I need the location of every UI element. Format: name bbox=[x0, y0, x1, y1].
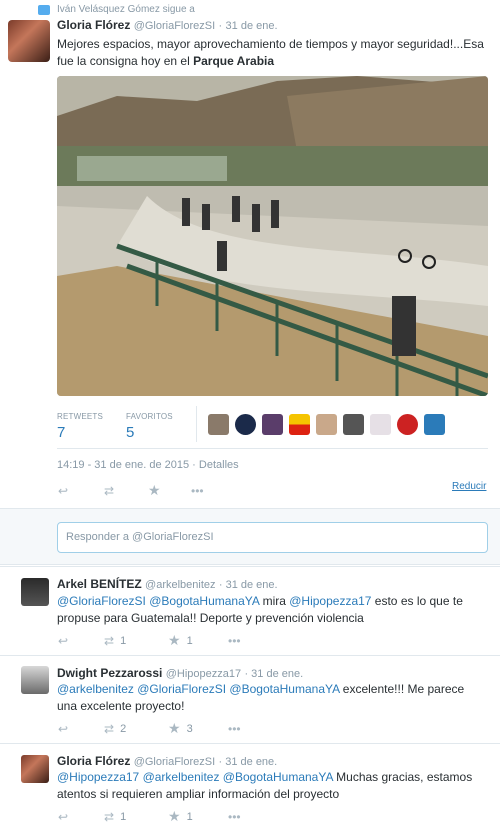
retweet-icon[interactable]: ⇄ bbox=[104, 634, 114, 648]
tweet-date[interactable]: 31 de ene. bbox=[226, 20, 278, 32]
reply-icon[interactable]: ↩ bbox=[58, 634, 68, 648]
divider bbox=[196, 406, 197, 442]
author-handle[interactable]: @GloriaFlorezSI bbox=[134, 756, 215, 768]
favorites-count[interactable]: 5 bbox=[126, 424, 134, 441]
reply-icon[interactable]: ↩ bbox=[58, 484, 68, 498]
divider bbox=[0, 743, 500, 744]
avatar[interactable] bbox=[370, 414, 391, 435]
favoriters-list bbox=[208, 414, 445, 435]
reply-header: Arkel BENÍTEZ @arkelbenitez · 31 de ene. bbox=[57, 577, 278, 591]
avatar[interactable] bbox=[316, 414, 337, 435]
retweet-action[interactable]: ⇄ 2 bbox=[104, 722, 126, 736]
favorite-icon[interactable]: ★ bbox=[148, 482, 161, 499]
author-name[interactable]: Arkel BENÍTEZ bbox=[57, 577, 142, 591]
author-name[interactable]: Dwight Pezzarossi bbox=[57, 666, 162, 680]
avatar[interactable] bbox=[21, 666, 49, 694]
retweet-count: 1 bbox=[120, 811, 127, 823]
retweet-count: 1 bbox=[120, 635, 127, 647]
reply-icon[interactable]: ↩ bbox=[58, 810, 68, 824]
favorite-action[interactable]: ★ 3 bbox=[168, 720, 193, 737]
tweet-timestamp[interactable]: 14:19 - 31 de ene. de 2015 · Detalles bbox=[57, 459, 239, 471]
retweet-icon[interactable]: ⇄ bbox=[104, 484, 114, 498]
tweet-photo[interactable] bbox=[57, 76, 488, 396]
more-icon[interactable]: ••• bbox=[228, 634, 241, 648]
author-name[interactable]: Gloria Flórez bbox=[57, 18, 130, 32]
favorite-icon[interactable]: ★ bbox=[168, 808, 181, 825]
more-icon[interactable]: ••• bbox=[228, 810, 241, 824]
more-icon[interactable]: ••• bbox=[228, 722, 241, 736]
avatar[interactable] bbox=[424, 414, 445, 435]
avatar[interactable] bbox=[343, 414, 364, 435]
favorites-label: FAVORITOS bbox=[126, 412, 173, 421]
reply-header: Dwight Pezzarossi @Hipopezza17 · 31 de e… bbox=[57, 666, 303, 680]
avatar[interactable] bbox=[21, 755, 49, 783]
reply-header: Gloria Flórez @GloriaFlorezSI · 31 de en… bbox=[57, 754, 277, 768]
tweet-header: Gloria Flórez @GloriaFlorezSI · 31 de en… bbox=[57, 18, 278, 32]
reply-text: @Hipopezza17 @arkelbenitez @BogotaHumana… bbox=[57, 770, 473, 801]
mention-link[interactable]: @Hipopezza17 @arkelbenitez @BogotaHumana… bbox=[57, 770, 333, 784]
retweet-count: 2 bbox=[120, 723, 127, 735]
tweet-date[interactable]: · 31 de ene. bbox=[219, 579, 278, 591]
avatar[interactable] bbox=[397, 414, 418, 435]
more-icon[interactable]: ••• bbox=[191, 484, 204, 498]
retweet-action[interactable]: ⇄ 1 bbox=[104, 634, 126, 648]
divider bbox=[0, 655, 500, 656]
reply-text: @GloriaFlorezSI @BogotaHumanaYA mira @Hi… bbox=[57, 594, 463, 625]
divider bbox=[57, 448, 488, 449]
avatar[interactable] bbox=[262, 414, 283, 435]
favorite-count: 1 bbox=[186, 810, 193, 823]
retweet-action[interactable]: ⇄ 1 bbox=[104, 810, 126, 824]
context-text: Iván Velásquez Gómez sigue a bbox=[57, 4, 195, 15]
reply-input[interactable]: Responder a @GloriaFlorezSI bbox=[57, 522, 488, 553]
retweets-count[interactable]: 7 bbox=[57, 424, 65, 441]
avatar[interactable] bbox=[208, 414, 229, 435]
reduce-link[interactable]: Reducir bbox=[452, 481, 486, 492]
reply-icon[interactable]: ↩ bbox=[58, 722, 68, 736]
retweet-icon[interactable]: ⇄ bbox=[104, 722, 114, 736]
reply-text: @arkelbenitez @GloriaFlorezSI @BogotaHum… bbox=[57, 682, 465, 713]
favorite-count: 1 bbox=[186, 634, 193, 647]
favorite-icon[interactable]: ★ bbox=[168, 632, 181, 649]
favorite-count: 3 bbox=[186, 722, 193, 735]
mention-link[interactable]: @GloriaFlorezSI @BogotaHumanaYA bbox=[57, 594, 259, 608]
author-handle[interactable]: @Hipopezza17 bbox=[166, 668, 241, 680]
author-handle[interactable]: @arkelbenitez bbox=[145, 579, 215, 591]
author-name[interactable]: Gloria Flórez bbox=[57, 754, 130, 768]
author-handle[interactable]: @GloriaFlorezSI bbox=[134, 20, 215, 32]
place-name: Parque Arabia bbox=[193, 54, 275, 68]
avatar[interactable] bbox=[289, 414, 310, 435]
tweet-date[interactable]: · 31 de ene. bbox=[219, 756, 278, 768]
divider bbox=[0, 566, 500, 567]
favorite-icon[interactable]: ★ bbox=[168, 720, 181, 737]
retweet-icon[interactable]: ⇄ bbox=[104, 810, 114, 824]
favorite-action[interactable]: ★ 1 bbox=[168, 632, 193, 649]
favorite-action[interactable]: ★ 1 bbox=[168, 808, 193, 825]
avatar[interactable] bbox=[8, 20, 50, 62]
follow-icon bbox=[38, 5, 50, 15]
mention-link[interactable]: @arkelbenitez @GloriaFlorezSI @BogotaHum… bbox=[57, 682, 339, 696]
mention-link[interactable]: @Hipopezza17 bbox=[289, 594, 371, 608]
tweet-text: Mejores espacios, mayor aprovechamiento … bbox=[57, 37, 484, 68]
avatar[interactable] bbox=[235, 414, 256, 435]
avatar[interactable] bbox=[21, 578, 49, 606]
tweet-date[interactable]: · 31 de ene. bbox=[244, 668, 303, 680]
retweets-label: RETWEETS bbox=[57, 412, 104, 421]
